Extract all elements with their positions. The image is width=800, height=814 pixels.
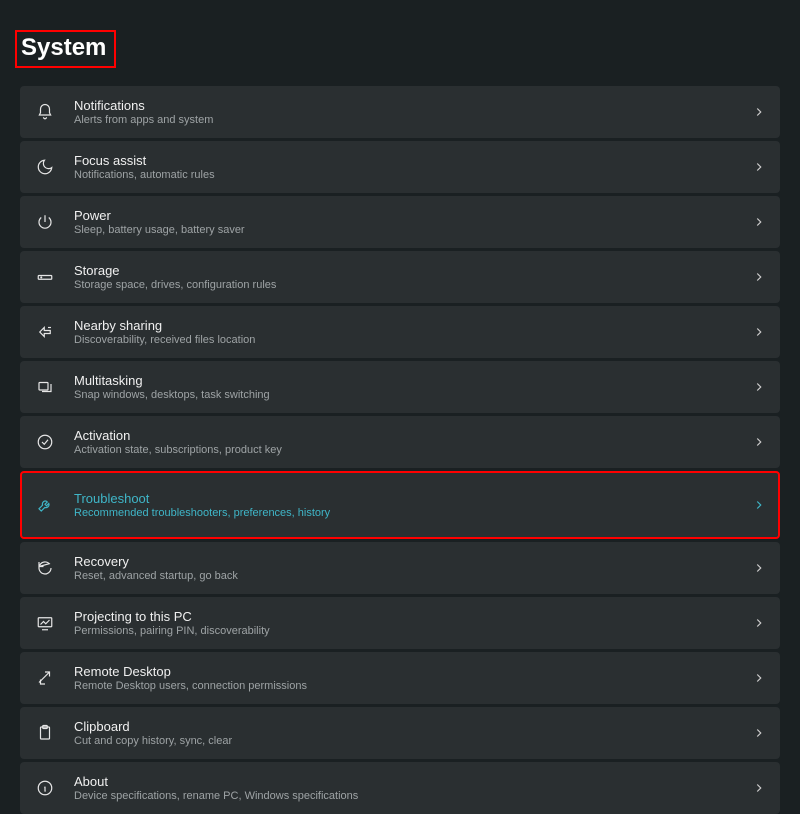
item-text: PowerSleep, battery usage, battery saver	[74, 208, 752, 236]
chevron-right-icon	[752, 325, 766, 339]
settings-item-storage[interactable]: StorageStorage space, drives, configurat…	[20, 251, 780, 303]
settings-item-troubleshoot[interactable]: TroubleshootRecommended troubleshooters,…	[20, 471, 780, 539]
storage-icon	[34, 266, 56, 288]
remote-desktop-icon	[34, 667, 56, 689]
settings-item-activation[interactable]: ActivationActivation state, subscription…	[20, 416, 780, 468]
about-icon	[34, 777, 56, 799]
clipboard-icon	[34, 722, 56, 744]
item-title: Focus assist	[74, 153, 752, 168]
settings-item-power[interactable]: PowerSleep, battery usage, battery saver	[20, 196, 780, 248]
item-text: NotificationsAlerts from apps and system	[74, 98, 752, 126]
item-text: ActivationActivation state, subscription…	[74, 428, 752, 456]
chevron-right-icon	[752, 616, 766, 630]
recovery-icon	[34, 557, 56, 579]
item-title: Nearby sharing	[74, 318, 752, 333]
item-title: Notifications	[74, 98, 752, 113]
settings-item-focus-assist[interactable]: Focus assistNotifications, automatic rul…	[20, 141, 780, 193]
chevron-right-icon	[752, 160, 766, 174]
item-subtitle: Discoverability, received files location	[74, 334, 752, 346]
item-subtitle: Reset, advanced startup, go back	[74, 570, 752, 582]
item-text: ClipboardCut and copy history, sync, cle…	[74, 719, 752, 747]
item-subtitle: Device specifications, rename PC, Window…	[74, 790, 752, 802]
item-text: RecoveryReset, advanced startup, go back	[74, 554, 752, 582]
page-header: System	[0, 0, 800, 86]
item-subtitle: Alerts from apps and system	[74, 114, 752, 126]
item-subtitle: Activation state, subscriptions, product…	[74, 444, 752, 456]
activation-icon	[34, 431, 56, 453]
item-title: Recovery	[74, 554, 752, 569]
chevron-right-icon	[752, 561, 766, 575]
settings-item-nearby-sharing[interactable]: Nearby sharingDiscoverability, received …	[20, 306, 780, 358]
item-subtitle: Recommended troubleshooters, preferences…	[74, 507, 752, 519]
item-title: Power	[74, 208, 752, 223]
settings-item-about[interactable]: AboutDevice specifications, rename PC, W…	[20, 762, 780, 814]
chevron-right-icon	[752, 215, 766, 229]
chevron-right-icon	[752, 105, 766, 119]
item-title: Remote Desktop	[74, 664, 752, 679]
item-text: Projecting to this PCPermissions, pairin…	[74, 609, 752, 637]
item-subtitle: Sleep, battery usage, battery saver	[74, 224, 752, 236]
power-icon	[34, 211, 56, 233]
item-text: Focus assistNotifications, automatic rul…	[74, 153, 752, 181]
item-text: Nearby sharingDiscoverability, received …	[74, 318, 752, 346]
chevron-right-icon	[752, 726, 766, 740]
item-text: StorageStorage space, drives, configurat…	[74, 263, 752, 291]
settings-item-notifications[interactable]: NotificationsAlerts from apps and system	[20, 86, 780, 138]
chevron-right-icon	[752, 435, 766, 449]
item-title: Activation	[74, 428, 752, 443]
item-title: About	[74, 774, 752, 789]
item-subtitle: Permissions, pairing PIN, discoverabilit…	[74, 625, 752, 637]
item-text: TroubleshootRecommended troubleshooters,…	[74, 491, 752, 519]
item-text: AboutDevice specifications, rename PC, W…	[74, 774, 752, 802]
item-subtitle: Snap windows, desktops, task switching	[74, 389, 752, 401]
troubleshoot-icon	[34, 494, 56, 516]
item-subtitle: Cut and copy history, sync, clear	[74, 735, 752, 747]
projecting-icon	[34, 612, 56, 634]
item-text: Remote DesktopRemote Desktop users, conn…	[74, 664, 752, 692]
notifications-icon	[34, 101, 56, 123]
settings-list: NotificationsAlerts from apps and system…	[0, 86, 800, 814]
settings-item-multitasking[interactable]: MultitaskingSnap windows, desktops, task…	[20, 361, 780, 413]
item-title: Projecting to this PC	[74, 609, 752, 624]
item-text: MultitaskingSnap windows, desktops, task…	[74, 373, 752, 401]
nearby-sharing-icon	[34, 321, 56, 343]
chevron-right-icon	[752, 498, 766, 512]
item-subtitle: Notifications, automatic rules	[74, 169, 752, 181]
settings-item-recovery[interactable]: RecoveryReset, advanced startup, go back	[20, 542, 780, 594]
page-title: System	[15, 30, 116, 68]
item-subtitle: Remote Desktop users, connection permiss…	[74, 680, 752, 692]
item-title: Multitasking	[74, 373, 752, 388]
settings-item-projecting[interactable]: Projecting to this PCPermissions, pairin…	[20, 597, 780, 649]
chevron-right-icon	[752, 781, 766, 795]
chevron-right-icon	[752, 270, 766, 284]
focus-assist-icon	[34, 156, 56, 178]
chevron-right-icon	[752, 671, 766, 685]
item-subtitle: Storage space, drives, configuration rul…	[74, 279, 752, 291]
item-title: Storage	[74, 263, 752, 278]
item-title: Clipboard	[74, 719, 752, 734]
settings-item-remote-desktop[interactable]: Remote DesktopRemote Desktop users, conn…	[20, 652, 780, 704]
chevron-right-icon	[752, 380, 766, 394]
item-title: Troubleshoot	[74, 491, 752, 506]
multitasking-icon	[34, 376, 56, 398]
settings-item-clipboard[interactable]: ClipboardCut and copy history, sync, cle…	[20, 707, 780, 759]
